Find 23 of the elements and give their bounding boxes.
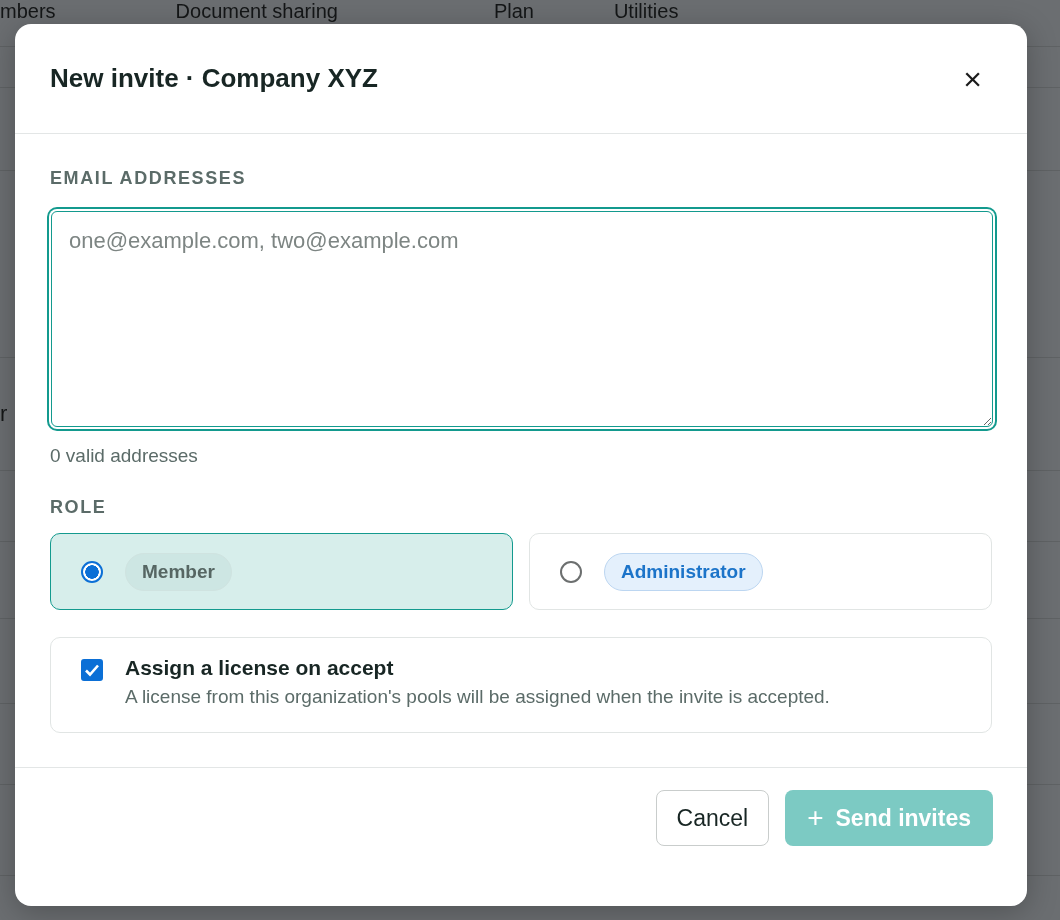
valid-count-text: 0 valid addresses [50, 445, 199, 467]
email-input-field[interactable]: one@example.com, two@example.com [51, 211, 993, 427]
role-badge: Administrator [604, 552, 763, 591]
role-badge: Member [125, 552, 232, 591]
checkbox-description: A license from this organization's pools will be assigned when the invite is accepted. [125, 685, 830, 709]
close-button[interactable]: × [953, 58, 992, 99]
radio-button[interactable] [81, 560, 103, 583]
button-label: Send invites [835, 804, 971, 832]
role-option[interactable]: Member [50, 533, 513, 610]
tab[interactable]: mbers [0, 0, 56, 22]
checkbox[interactable] [81, 659, 103, 681]
table-cell-text: r [0, 401, 8, 427]
dialog-title: New invite · Company XYZ [50, 63, 378, 94]
tab[interactable]: Document sharing [175, 0, 338, 22]
radio-button[interactable] [560, 560, 582, 583]
field-label: ROLE [50, 497, 108, 518]
tab[interactable]: Plan [493, 0, 534, 22]
tab[interactable]: Utilities [613, 0, 679, 22]
field-label: EMAIL ADDRESSES [50, 168, 248, 189]
plus-icon: + [807, 802, 824, 834]
cancel-button[interactable]: Cancel [655, 790, 770, 846]
role-option[interactable]: Administrator [529, 533, 992, 610]
checkbox-label: Assign a license on accept [125, 656, 395, 680]
